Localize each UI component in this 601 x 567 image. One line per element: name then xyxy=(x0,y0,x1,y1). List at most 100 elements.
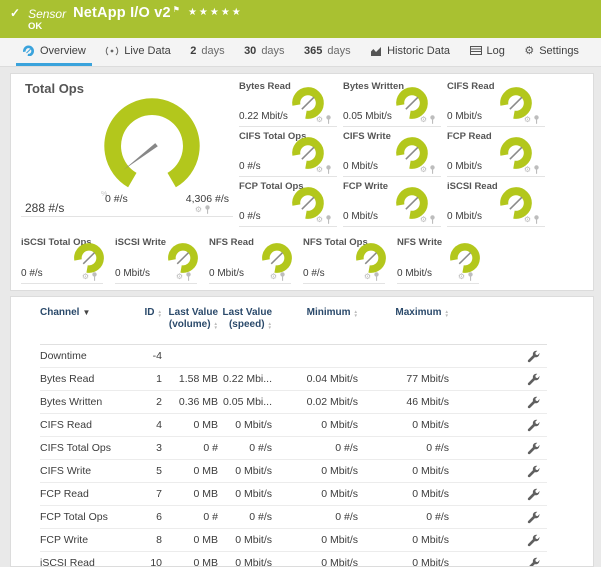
channel-id: 4 xyxy=(140,419,162,431)
col-header-id[interactable]: ID▲▼ xyxy=(140,307,162,319)
gauge-value: 0 #/s xyxy=(21,268,43,279)
minimum-value: 0 Mbit/s xyxy=(272,488,358,500)
sort-arrows-icon: ▲▼ xyxy=(445,310,449,317)
gear-icon[interactable]: ⚙ xyxy=(524,216,531,224)
pin-icon[interactable] xyxy=(429,165,436,174)
gear-icon[interactable]: ⚙ xyxy=(420,166,427,174)
tab-label: Historic Data xyxy=(387,45,450,57)
gauge-dial xyxy=(167,242,199,274)
tab-30-days[interactable]: 30 days xyxy=(238,38,291,66)
pin-icon[interactable] xyxy=(279,272,286,281)
gauge-title: iSCSI Write xyxy=(115,237,166,248)
tab-live-data[interactable]: Live Data xyxy=(99,38,176,66)
gauge-dial xyxy=(261,242,293,274)
channel-settings-wrench-icon[interactable] xyxy=(518,350,548,363)
gear-icon[interactable]: ⚙ xyxy=(195,206,202,214)
gauge-cell-nfs-read: NFS Read 0 Mbit/s ⚙ xyxy=(209,233,291,284)
tab-number: 30 xyxy=(244,45,256,57)
pin-icon[interactable] xyxy=(533,215,540,224)
sort-arrows-icon: ▲▼ xyxy=(268,322,272,329)
minimum-value: 0 Mbit/s xyxy=(272,465,358,477)
last-value-speed: 0 #/s xyxy=(218,511,272,523)
gear-icon[interactable]: ⚙ xyxy=(420,216,427,224)
channel-settings-wrench-icon[interactable] xyxy=(518,373,548,386)
tab-unit: days xyxy=(261,45,284,57)
table-header-row: Channel▼ ID▲▼ Last Value (volume)▲▼ Last… xyxy=(40,307,547,345)
minimum-value: 0 Mbit/s xyxy=(272,419,358,431)
gear-icon[interactable]: ⚙ xyxy=(316,116,323,124)
tab-365-days[interactable]: 365 days xyxy=(298,38,357,66)
pin-icon[interactable] xyxy=(91,272,98,281)
channel-name: FCP Write xyxy=(40,534,140,546)
gear-icon[interactable]: ⚙ xyxy=(524,116,531,124)
gauge-value: 0 #/s xyxy=(303,268,325,279)
pin-icon[interactable] xyxy=(533,165,540,174)
status-check-icon: ✓ xyxy=(10,6,20,20)
gear-icon[interactable]: ⚙ xyxy=(270,273,277,281)
gear-icon[interactable]: ⚙ xyxy=(176,273,183,281)
gear-icon[interactable]: ⚙ xyxy=(316,166,323,174)
pin-icon[interactable] xyxy=(325,115,332,124)
gear-icon[interactable]: ⚙ xyxy=(364,273,371,281)
gauge-cell-bytes-written: Bytes Written 0.05 Mbit/s ⚙ xyxy=(343,77,441,127)
channel-settings-wrench-icon[interactable] xyxy=(518,488,548,501)
col-header-maximum[interactable]: Maximum▲▼ xyxy=(358,307,449,319)
channel-settings-wrench-icon[interactable] xyxy=(518,534,548,547)
pin-icon[interactable] xyxy=(325,215,332,224)
pin-icon[interactable] xyxy=(429,215,436,224)
col-header-last-speed[interactable]: Last Value (speed)▲▼ xyxy=(218,307,272,331)
gauge-cell-cifs-total-ops: CIFS Total Ops 0 #/s ⚙ xyxy=(239,127,337,177)
pin-icon[interactable] xyxy=(204,205,211,214)
channel-name: CIFS Read xyxy=(40,419,140,431)
channel-settings-wrench-icon[interactable] xyxy=(518,442,548,455)
maximum-value: 77 Mbit/s xyxy=(358,373,449,385)
gear-icon[interactable]: ⚙ xyxy=(420,116,427,124)
gauge-title: FCP Read xyxy=(447,131,492,142)
channel-settings-wrench-icon[interactable] xyxy=(518,557,548,567)
col-header-minimum[interactable]: Minimum▲▼ xyxy=(272,307,358,319)
priority-stars[interactable]: ★★★★★ xyxy=(188,7,243,18)
channel-settings-wrench-icon[interactable] xyxy=(518,511,548,524)
gauge-value: 0 Mbit/s xyxy=(115,268,150,279)
channel-settings-wrench-icon[interactable] xyxy=(518,396,548,409)
gauge-cell-fcp-write: FCP Write 0 Mbit/s ⚙ xyxy=(343,177,441,227)
gear-icon[interactable]: ⚙ xyxy=(458,273,465,281)
flag-icon[interactable]: ⚑ xyxy=(173,5,180,14)
maximum-value: 0 Mbit/s xyxy=(358,488,449,500)
tab-overview[interactable]: Overview xyxy=(16,38,92,66)
gear-icon: ⚙ xyxy=(524,44,534,57)
gear-icon[interactable]: ⚙ xyxy=(524,166,531,174)
channel-id: 7 xyxy=(140,488,162,500)
tab-historic-data[interactable]: Historic Data xyxy=(364,38,456,66)
col-header-channel[interactable]: Channel▼ xyxy=(40,307,140,319)
gauge-dial xyxy=(355,242,387,274)
channel-settings-wrench-icon[interactable] xyxy=(518,465,548,478)
channel-name: Bytes Written xyxy=(40,396,140,408)
pin-icon[interactable] xyxy=(533,115,540,124)
pin-icon[interactable] xyxy=(325,165,332,174)
gear-icon[interactable]: ⚙ xyxy=(316,216,323,224)
channel-name: CIFS Total Ops xyxy=(40,442,140,454)
last-value-volume: 0 MB xyxy=(162,419,218,431)
last-value-volume: 1.58 MB xyxy=(162,373,218,385)
tab-unit: days xyxy=(327,45,350,57)
tab-log[interactable]: Log xyxy=(464,38,511,66)
gear-icon[interactable]: ⚙ xyxy=(82,273,89,281)
gauge-icon xyxy=(22,45,35,56)
maximum-value: 0 #/s xyxy=(358,511,449,523)
gauge-dial xyxy=(449,242,481,274)
channel-settings-wrench-icon[interactable] xyxy=(518,419,548,432)
pin-icon[interactable] xyxy=(373,272,380,281)
tab-2-days[interactable]: 2 days xyxy=(184,38,230,66)
pin-icon[interactable] xyxy=(185,272,192,281)
last-value-volume: 0 MB xyxy=(162,488,218,500)
gauge-cell-cifs-write: CIFS Write 0 Mbit/s ⚙ xyxy=(343,127,441,177)
gauges-panel: Total Ops % 0 #/s 4,306 #/s 288 #/s ⚙ By… xyxy=(10,73,594,291)
tab-settings[interactable]: ⚙ Settings xyxy=(518,38,585,66)
col-header-last-volume[interactable]: Last Value (volume)▲▼ xyxy=(162,307,218,331)
pin-icon[interactable] xyxy=(429,115,436,124)
minimum-value: 0 #/s xyxy=(272,442,358,454)
last-value-speed: 0 Mbit/s xyxy=(218,419,272,431)
pin-icon[interactable] xyxy=(467,272,474,281)
tab-number: 2 xyxy=(190,45,196,57)
